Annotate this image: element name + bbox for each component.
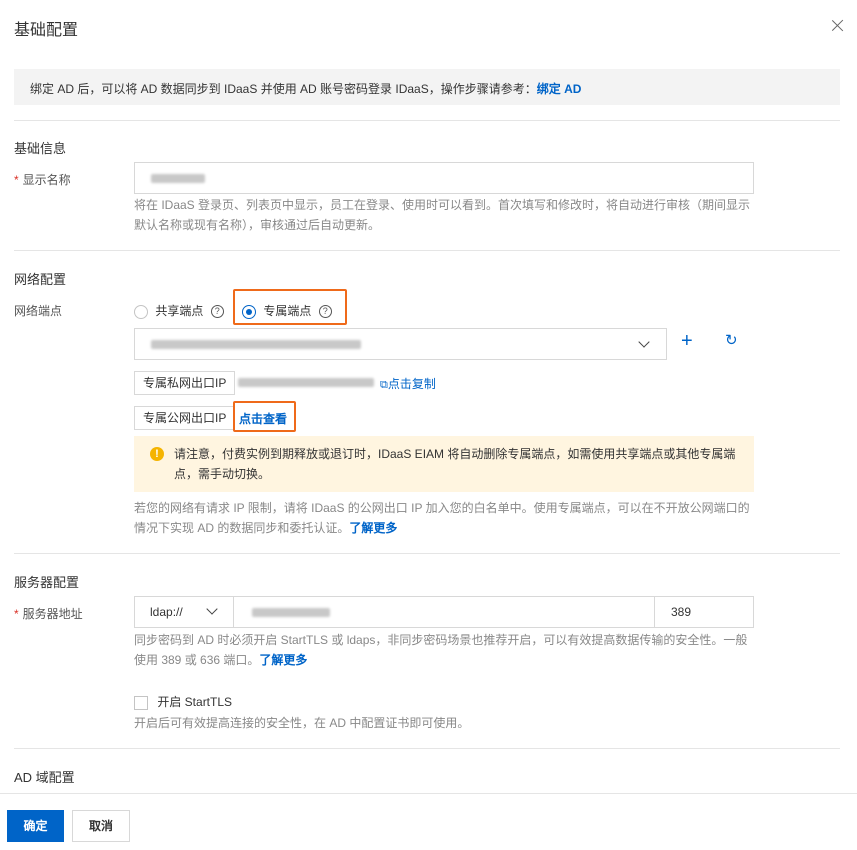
help-icon[interactable]: ? (318, 305, 332, 319)
radio-shared[interactable]: 共享端点 ? (134, 302, 224, 319)
radio-dedicated-circle[interactable] (242, 304, 256, 319)
display-name-help: 将在 IDaaS 登录页、列表页中显示，员工在登录、使用时可以看到。首次填写和修… (134, 198, 751, 232)
blurred-ip (238, 378, 374, 387)
chevron-down-icon (638, 336, 650, 348)
info-notice: 绑定 AD 后，可以将 AD 数据同步到 IDaaS 并使用 AD 账号密码登录… (14, 69, 840, 105)
divider (14, 553, 840, 554)
copy-icon[interactable]: ⧉ (380, 379, 388, 391)
help-icon[interactable]: ? (210, 305, 224, 319)
dialog-title: 基础配置 (14, 22, 79, 39)
learn-more-link[interactable]: 了解更多 (259, 653, 307, 667)
server-port-input[interactable]: 389 (654, 596, 754, 628)
network-help: 若您的网络有请求 IP 限制，请将 IDaaS 的公网出口 IP 加入您的白名单… (134, 501, 750, 535)
section-title-basic: 基础信息 (14, 141, 67, 156)
protocol-select[interactable]: ldap:// (134, 596, 234, 628)
refresh-icon[interactable]: ↻ (725, 333, 738, 349)
view-link[interactable]: 点击查看 (239, 410, 287, 427)
warning-alert: ! 请注意，付费实例到期释放或退订时，IDaaS EIAM 将自动删除专属端点，… (134, 436, 754, 492)
radio-dedicated-label: 专属端点 (263, 304, 312, 318)
warning-icon: ! (150, 447, 164, 461)
add-icon[interactable]: + (681, 330, 693, 352)
learn-more-link[interactable]: 了解更多 (349, 521, 397, 535)
starttls-checkbox[interactable]: 开启 StartTLS (134, 693, 232, 710)
divider (14, 250, 840, 251)
blurred-value (151, 340, 361, 349)
section-title-ad-domain: AD 域配置 (14, 770, 75, 785)
copy-link[interactable]: ⧉点击复制 (380, 375, 436, 392)
bind-ad-link[interactable]: 绑定 AD (537, 82, 582, 96)
divider (14, 120, 840, 121)
radio-shared-label: 共享端点 (155, 304, 204, 318)
protocol-value: ldap:// (150, 605, 183, 619)
radio-shared-circle[interactable] (134, 304, 148, 319)
warning-text: 请注意，付费实例到期释放或退订时，IDaaS EIAM 将自动删除专属端点，如需… (174, 447, 736, 481)
server-host-input[interactable] (233, 596, 655, 628)
endpoint-label: 网络端点 (14, 304, 63, 318)
checkbox-box[interactable] (134, 695, 148, 710)
public-ip-button[interactable]: 专属公网出口IP (134, 406, 236, 430)
server-address-label: * 服务器地址 (14, 607, 83, 621)
display-name-input[interactable] (134, 162, 754, 194)
chevron-down-icon (206, 603, 218, 615)
display-name-label: * 显示名称 (14, 173, 71, 187)
endpoint-select[interactable] (134, 328, 667, 360)
confirm-button[interactable]: 确定 (7, 810, 64, 842)
divider (14, 748, 840, 749)
radio-dedicated[interactable]: 专属端点 ? (242, 302, 332, 319)
notice-text: 绑定 AD 后，可以将 AD 数据同步到 IDaaS 并使用 AD 账号密码登录… (30, 82, 537, 96)
port-value: 389 (671, 605, 692, 619)
blurred-value (151, 174, 205, 183)
section-title-network: 网络配置 (14, 272, 67, 287)
section-title-server: 服务器配置 (14, 575, 80, 590)
private-ip-button[interactable]: 专属私网出口IP (134, 371, 236, 395)
starttls-label: 开启 StartTLS (157, 695, 233, 709)
server-help: 同步密码到 AD 时必须开启 StartTLS 或 ldaps，非同步密码场景也… (134, 633, 748, 667)
blurred-value (252, 608, 330, 617)
close-icon[interactable] (830, 18, 846, 34)
cancel-button[interactable]: 取消 (72, 810, 130, 842)
starttls-help: 开启后可有效提高连接的安全性，在 AD 中配置证书即可使用。 (134, 716, 470, 730)
